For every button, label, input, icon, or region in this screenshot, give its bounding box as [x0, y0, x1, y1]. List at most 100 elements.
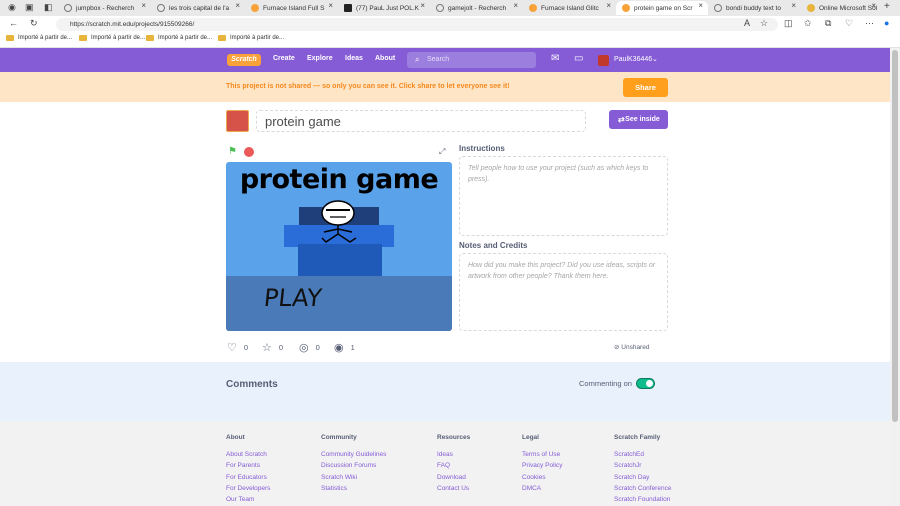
browser-tab[interactable]: Furnace Island Glitc ×: [523, 1, 616, 15]
extensions-icon[interactable]: ♡: [845, 18, 853, 29]
favorite-count: 0: [278, 343, 284, 352]
footer-link[interactable]: Privacy Policy: [522, 460, 562, 471]
close-tab-icon[interactable]: ×: [513, 1, 518, 10]
footer-link[interactable]: Discussion Forums: [321, 460, 386, 471]
commenting-label: Commenting on: [579, 379, 632, 388]
favorites-icon[interactable]: ✩: [804, 18, 812, 29]
commenting-toggle[interactable]: [636, 378, 655, 389]
browser-tab-active[interactable]: protein game on Scr ×: [616, 1, 708, 15]
chevron-down-icon[interactable]: ⌄: [652, 55, 658, 63]
browser-tab[interactable]: Furnace Island Full S ×: [245, 1, 338, 15]
stage-play-text: PLAY: [262, 284, 324, 312]
username[interactable]: PaulK36446: [614, 56, 652, 63]
footer-link[interactable]: DMCA: [522, 483, 562, 494]
footer-heading: Resources: [437, 434, 471, 441]
nav-create[interactable]: Create: [273, 55, 295, 62]
browser-tab[interactable]: jumpbox - Recherch ×: [58, 1, 151, 15]
split-screen-icon[interactable]: ◫: [784, 18, 793, 29]
nav-about[interactable]: About: [375, 55, 395, 62]
view-count: 1: [350, 343, 355, 352]
browser-tab[interactable]: (77) PauL Just POL.K ×: [338, 1, 430, 15]
footer-link[interactable]: FAQ: [437, 460, 470, 471]
share-button[interactable]: Share: [623, 78, 668, 97]
bookmark-folder[interactable]: Importé à partir de...: [218, 35, 284, 41]
close-tab-icon[interactable]: ×: [420, 1, 425, 10]
footer-link[interactable]: Download: [437, 472, 470, 483]
tab-actions-icon[interactable]: ◧: [44, 2, 53, 13]
messages-icon[interactable]: ✉: [551, 53, 559, 64]
footer-link[interactable]: For Educators: [226, 472, 270, 483]
project-stage[interactable]: protein game PLAY: [226, 162, 452, 331]
nav-explore[interactable]: Explore: [307, 55, 333, 62]
footer-link[interactable]: Cookies: [522, 472, 562, 483]
search-input[interactable]: ⌕ Search: [407, 52, 536, 68]
footer-link[interactable]: ScratchEd: [614, 449, 671, 460]
view-stat: ◉ 1: [334, 341, 355, 354]
read-aloud-icon[interactable]: A: [744, 18, 750, 28]
workspaces-icon[interactable]: ▣: [25, 2, 34, 13]
scrollbar-thumb[interactable]: [892, 50, 898, 422]
footer-link[interactable]: Ideas: [437, 449, 470, 460]
see-inside-icon: ⇄: [618, 115, 625, 124]
footer-link[interactable]: About Scratch: [226, 449, 270, 460]
scratch-logo[interactable]: Scratch: [227, 54, 261, 66]
footer-link[interactable]: For Developers: [226, 483, 270, 494]
notes-textarea[interactable]: How did you make this project? Did you u…: [459, 253, 668, 331]
favorite-stat[interactable]: ☆ 0: [262, 341, 283, 354]
close-tab-icon[interactable]: ×: [235, 1, 240, 10]
footer-link[interactable]: Scratch Conference: [614, 483, 671, 494]
tab-label: bondi buddy text to: [726, 4, 781, 12]
stop-icon[interactable]: [244, 147, 254, 157]
folder-icon: [218, 35, 226, 41]
footer-heading: Scratch Family: [614, 434, 661, 441]
browser-tab[interactable]: Online Microsoft Sol ×: [801, 1, 881, 15]
browser-tab[interactable]: bondi buddy text to ×: [708, 1, 801, 15]
bookmark-folder[interactable]: Importé à partir de...: [6, 35, 72, 41]
footer-link[interactable]: Statistics: [321, 483, 386, 494]
project-title-input[interactable]: protein game: [256, 110, 586, 132]
eye-icon: ◉: [334, 342, 344, 354]
profile-icon[interactable]: ◉: [8, 2, 16, 13]
banner-text: This project is not shared — so only you…: [226, 83, 510, 90]
footer-link[interactable]: For Parents: [226, 460, 270, 471]
bookmark-folder[interactable]: Importé à partir de...: [79, 35, 145, 41]
browser-tab[interactable]: les trois capital de l'a ×: [151, 1, 245, 15]
avatar[interactable]: [598, 55, 609, 66]
instructions-textarea[interactable]: Tell people how to use your project (suc…: [459, 156, 668, 236]
comments-section: [0, 362, 890, 421]
footer-link[interactable]: Terms of Use: [522, 449, 562, 460]
favorite-star-icon[interactable]: ☆: [760, 18, 768, 29]
new-tab-icon[interactable]: +: [884, 1, 890, 12]
nav-ideas[interactable]: Ideas: [345, 55, 363, 62]
browser-tab[interactable]: gamejolt - Recherch ×: [430, 1, 523, 15]
url-input[interactable]: https://scratch.mit.edu/projects/9155092…: [56, 18, 778, 31]
tab-favicon-icon: [157, 4, 165, 12]
footer-link[interactable]: Scratch Foundation: [614, 494, 671, 505]
footer-link[interactable]: ScratchJr: [614, 460, 671, 471]
footer-link[interactable]: Community Guidelines: [321, 449, 386, 460]
bookmarks-bar: Importé à partir de... Importé à partir …: [0, 33, 900, 48]
love-stat[interactable]: ♡ 0: [227, 341, 248, 354]
more-icon[interactable]: ⋯: [865, 18, 874, 29]
tab-label: Online Microsoft Sol: [819, 4, 878, 12]
close-tab-icon[interactable]: ×: [141, 1, 146, 10]
collections-icon[interactable]: ⧉: [825, 18, 831, 29]
footer-link[interactable]: Our Team: [226, 494, 270, 505]
see-inside-button[interactable]: ⇄ See inside: [609, 110, 668, 129]
close-tab-icon[interactable]: ×: [328, 1, 333, 10]
my-stuff-icon[interactable]: ▭: [574, 53, 583, 64]
footer-link[interactable]: Contact Us: [437, 483, 470, 494]
fullscreen-icon[interactable]: ⤢: [439, 147, 445, 157]
close-tab-icon[interactable]: ×: [698, 1, 703, 10]
footer-link[interactable]: Scratch Day: [614, 472, 671, 483]
footer-link[interactable]: Scratch Wiki: [321, 472, 386, 483]
green-flag-icon[interactable]: ⚑: [228, 147, 238, 157]
back-icon[interactable]: ←: [9, 18, 18, 28]
close-tab-icon[interactable]: ×: [791, 1, 796, 10]
bookmark-folder[interactable]: Importé à partir de...: [146, 35, 212, 41]
copilot-icon[interactable]: ●: [884, 18, 889, 28]
refresh-icon[interactable]: ↻: [30, 18, 38, 29]
close-tab-icon[interactable]: ×: [871, 1, 876, 10]
search-icon: ⌕: [415, 55, 420, 64]
close-tab-icon[interactable]: ×: [606, 1, 611, 10]
